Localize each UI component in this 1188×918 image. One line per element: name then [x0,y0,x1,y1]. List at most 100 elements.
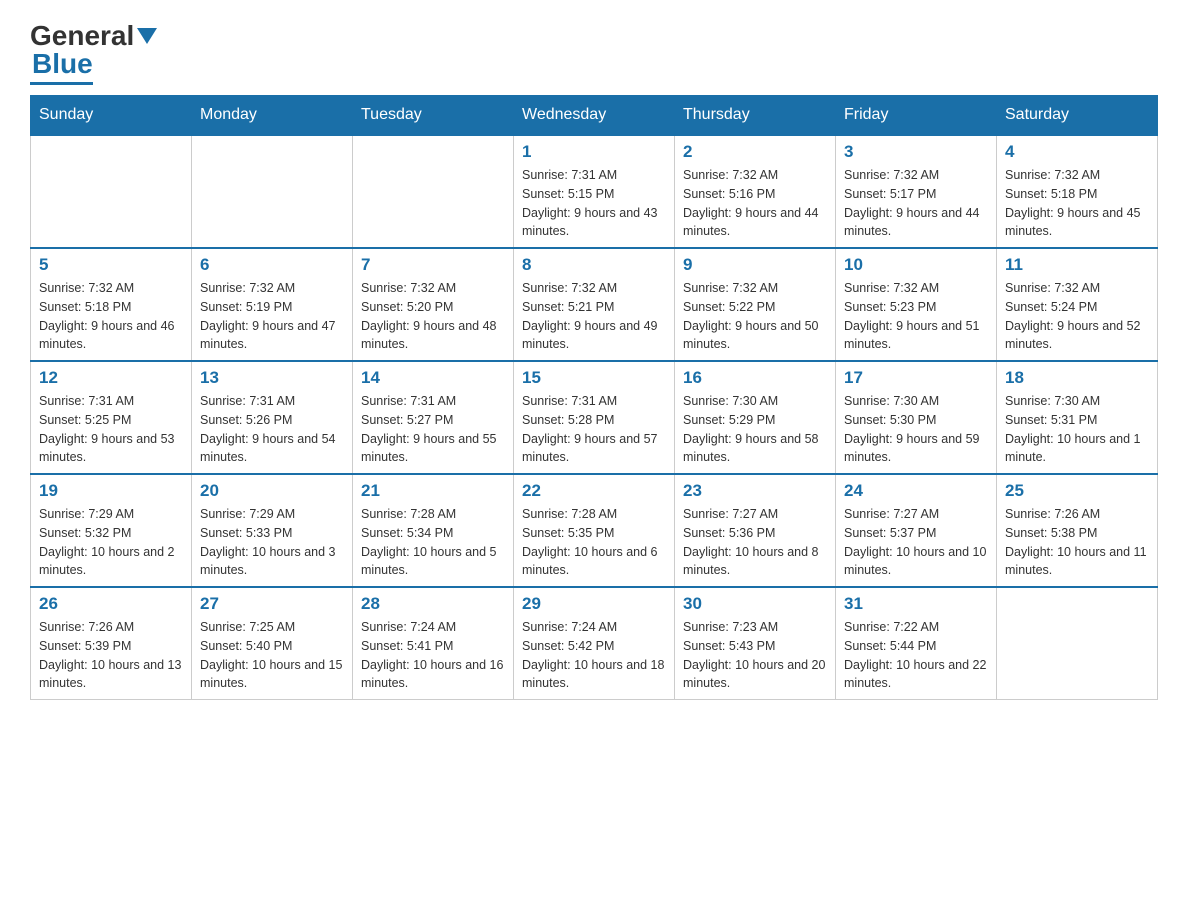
day-number: 25 [1005,481,1149,501]
day-number: 19 [39,481,183,501]
day-number: 2 [683,142,827,162]
day-number: 13 [200,368,344,388]
calendar-cell: 19 Sunrise: 7:29 AMSunset: 5:32 PMDayligh… [31,474,192,587]
day-info: Sunrise: 7:32 AMSunset: 5:22 PMDaylight:… [683,279,827,354]
day-info: Sunrise: 7:31 AMSunset: 5:26 PMDaylight:… [200,392,344,467]
day-info: Sunrise: 7:29 AMSunset: 5:33 PMDaylight:… [200,505,344,580]
day-number: 15 [522,368,666,388]
calendar-cell: 1 Sunrise: 7:31 AMSunset: 5:15 PMDaylight… [514,135,675,248]
calendar-cell: 24 Sunrise: 7:27 AMSunset: 5:37 PMDayligh… [836,474,997,587]
calendar-cell [353,135,514,248]
day-info: Sunrise: 7:26 AMSunset: 5:39 PMDaylight:… [39,618,183,693]
calendar-cell: 3 Sunrise: 7:32 AMSunset: 5:17 PMDaylight… [836,135,997,248]
day-number: 22 [522,481,666,501]
col-header-sunday: Sunday [31,96,192,136]
day-number: 24 [844,481,988,501]
day-number: 20 [200,481,344,501]
day-number: 3 [844,142,988,162]
calendar-cell: 28 Sunrise: 7:24 AMSunset: 5:41 PMDayligh… [353,587,514,700]
day-info: Sunrise: 7:31 AMSunset: 5:28 PMDaylight:… [522,392,666,467]
day-info: Sunrise: 7:22 AMSunset: 5:44 PMDaylight:… [844,618,988,693]
day-number: 1 [522,142,666,162]
day-info: Sunrise: 7:32 AMSunset: 5:21 PMDaylight:… [522,279,666,354]
day-info: Sunrise: 7:32 AMSunset: 5:24 PMDaylight:… [1005,279,1149,354]
day-number: 17 [844,368,988,388]
week-row-3: 12 Sunrise: 7:31 AMSunset: 5:25 PMDayligh… [31,361,1158,474]
day-number: 27 [200,594,344,614]
calendar-cell: 17 Sunrise: 7:30 AMSunset: 5:30 PMDayligh… [836,361,997,474]
day-info: Sunrise: 7:31 AMSunset: 5:15 PMDaylight:… [522,166,666,241]
day-info: Sunrise: 7:23 AMSunset: 5:43 PMDaylight:… [683,618,827,693]
day-info: Sunrise: 7:32 AMSunset: 5:16 PMDaylight:… [683,166,827,241]
calendar-cell: 30 Sunrise: 7:23 AMSunset: 5:43 PMDayligh… [675,587,836,700]
calendar-cell: 11 Sunrise: 7:32 AMSunset: 5:24 PMDayligh… [997,248,1158,361]
logo: General Blue [30,20,157,85]
calendar-cell: 31 Sunrise: 7:22 AMSunset: 5:44 PMDayligh… [836,587,997,700]
day-info: Sunrise: 7:27 AMSunset: 5:37 PMDaylight:… [844,505,988,580]
calendar-cell: 16 Sunrise: 7:30 AMSunset: 5:29 PMDayligh… [675,361,836,474]
header: General Blue [30,20,1158,85]
day-number: 14 [361,368,505,388]
calendar-cell: 6Sunrise: 7:32 AMSunset: 5:19 PMDaylight… [192,248,353,361]
day-number: 18 [1005,368,1149,388]
calendar-cell: 27 Sunrise: 7:25 AMSunset: 5:40 PMDayligh… [192,587,353,700]
day-info: Sunrise: 7:26 AMSunset: 5:38 PMDaylight:… [1005,505,1149,580]
day-info: Sunrise: 7:32 AMSunset: 5:23 PMDaylight:… [844,279,988,354]
day-number: 4 [1005,142,1149,162]
calendar-cell: 18 Sunrise: 7:30 AMSunset: 5:31 PMDayligh… [997,361,1158,474]
calendar-cell: 14Sunrise: 7:31 AMSunset: 5:27 PMDayligh… [353,361,514,474]
week-row-4: 19 Sunrise: 7:29 AMSunset: 5:32 PMDayligh… [31,474,1158,587]
day-number: 23 [683,481,827,501]
day-info: Sunrise: 7:30 AMSunset: 5:29 PMDaylight:… [683,392,827,467]
day-number: 16 [683,368,827,388]
day-number: 30 [683,594,827,614]
calendar-cell: 26 Sunrise: 7:26 AMSunset: 5:39 PMDayligh… [31,587,192,700]
day-info: Sunrise: 7:24 AMSunset: 5:41 PMDaylight:… [361,618,505,693]
calendar-cell: 2 Sunrise: 7:32 AMSunset: 5:16 PMDaylight… [675,135,836,248]
calendar-cell: 23 Sunrise: 7:27 AMSunset: 5:36 PMDayligh… [675,474,836,587]
calendar-cell: 5 Sunrise: 7:32 AMSunset: 5:18 PMDaylight… [31,248,192,361]
calendar-cell: 29Sunrise: 7:24 AMSunset: 5:42 PMDayligh… [514,587,675,700]
calendar-cell: 15 Sunrise: 7:31 AMSunset: 5:28 PMDayligh… [514,361,675,474]
day-info: Sunrise: 7:32 AMSunset: 5:18 PMDaylight:… [39,279,183,354]
day-number: 31 [844,594,988,614]
day-number: 5 [39,255,183,275]
calendar-table: SundayMondayTuesdayWednesdayThursdayFrid… [30,95,1158,700]
day-info: Sunrise: 7:32 AMSunset: 5:17 PMDaylight:… [844,166,988,241]
day-number: 26 [39,594,183,614]
col-header-wednesday: Wednesday [514,96,675,136]
col-header-friday: Friday [836,96,997,136]
calendar-cell [192,135,353,248]
day-info: Sunrise: 7:27 AMSunset: 5:36 PMDaylight:… [683,505,827,580]
week-row-1: 1 Sunrise: 7:31 AMSunset: 5:15 PMDaylight… [31,135,1158,248]
calendar-cell: 4Sunrise: 7:32 AMSunset: 5:18 PMDaylight… [997,135,1158,248]
day-number: 8 [522,255,666,275]
header-row: SundayMondayTuesdayWednesdayThursdayFrid… [31,96,1158,136]
day-number: 29 [522,594,666,614]
day-info: Sunrise: 7:30 AMSunset: 5:31 PMDaylight:… [1005,392,1149,467]
calendar-cell: 20 Sunrise: 7:29 AMSunset: 5:33 PMDayligh… [192,474,353,587]
day-number: 7 [361,255,505,275]
logo-arrow-icon [137,28,157,44]
day-info: Sunrise: 7:31 AMSunset: 5:25 PMDaylight:… [39,392,183,467]
col-header-monday: Monday [192,96,353,136]
calendar-cell [997,587,1158,700]
col-header-saturday: Saturday [997,96,1158,136]
day-number: 12 [39,368,183,388]
col-header-thursday: Thursday [675,96,836,136]
calendar-cell: 9 Sunrise: 7:32 AMSunset: 5:22 PMDaylight… [675,248,836,361]
day-info: Sunrise: 7:30 AMSunset: 5:30 PMDaylight:… [844,392,988,467]
day-number: 11 [1005,255,1149,275]
calendar-cell: 8 Sunrise: 7:32 AMSunset: 5:21 PMDaylight… [514,248,675,361]
day-number: 6 [200,255,344,275]
day-number: 9 [683,255,827,275]
day-number: 28 [361,594,505,614]
day-number: 21 [361,481,505,501]
day-number: 10 [844,255,988,275]
calendar-cell: 7Sunrise: 7:32 AMSunset: 5:20 PMDaylight… [353,248,514,361]
logo-blue-label: Blue [30,48,93,79]
day-info: Sunrise: 7:29 AMSunset: 5:32 PMDaylight:… [39,505,183,580]
day-info: Sunrise: 7:28 AMSunset: 5:35 PMDaylight:… [522,505,666,580]
calendar-cell: 10 Sunrise: 7:32 AMSunset: 5:23 PMDayligh… [836,248,997,361]
day-info: Sunrise: 7:25 AMSunset: 5:40 PMDaylight:… [200,618,344,693]
